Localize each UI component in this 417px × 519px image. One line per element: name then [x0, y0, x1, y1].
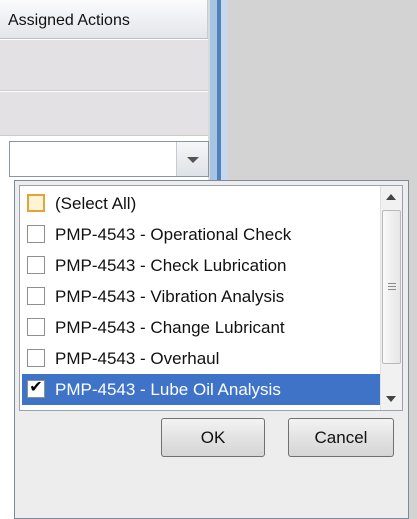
arrow-down-icon: [386, 396, 396, 402]
checklist-item[interactable]: PMP-4543 - Change Lubricant: [22, 312, 380, 343]
checklist-item-label: PMP-4543 - Vibration Analysis: [55, 287, 285, 306]
checklist-item-label: PMP-4543 - Change Lubricant: [55, 318, 285, 337]
checklist-item[interactable]: ✔ PMP-4543 - Lube Oil Analysis: [22, 374, 380, 405]
column-header-assigned-actions[interactable]: Assigned Actions: [0, 0, 208, 39]
filter-combo-box[interactable]: [9, 141, 209, 177]
scroll-up-button[interactable]: [381, 186, 402, 208]
checklist-item-label: (Select All): [55, 194, 137, 213]
checklist-item[interactable]: PMP-4543 - Vibration Analysis: [22, 281, 380, 312]
checkbox[interactable]: [27, 287, 45, 305]
grid-cell[interactable]: [0, 92, 208, 136]
checkbox[interactable]: [27, 194, 45, 212]
grid-cell[interactable]: [0, 40, 208, 91]
checkbox[interactable]: [27, 256, 45, 274]
checklist-item[interactable]: (Select All): [22, 188, 380, 219]
checklist-item-label: PMP-4543 - Check Lubrication: [55, 256, 287, 275]
chevron-down-icon: [187, 157, 199, 163]
checkbox[interactable]: [27, 349, 45, 367]
checkmark-icon: ✔: [29, 379, 43, 396]
filter-dropdown-popup: (Select All) PMP-4543 - Operational Check…: [14, 180, 409, 519]
arrow-up-icon: [386, 194, 396, 200]
checklist-item-label: PMP-4543 - Operational Check: [55, 225, 292, 244]
checkbox[interactable]: ✔: [27, 379, 45, 398]
screen: Assigned Actions (Select All) PMP-4543 - …: [0, 0, 417, 519]
vertical-scrollbar[interactable]: [380, 186, 402, 410]
scroll-down-button[interactable]: [381, 388, 402, 410]
checklist-item-label: PMP-4543 - Lube Oil Analysis: [55, 380, 281, 399]
checklist-item[interactable]: PMP-4543 - Overhaul: [22, 343, 380, 374]
scrollbar-thumb[interactable]: [382, 210, 401, 364]
checklist-item-label: PMP-4543 - Overhaul: [55, 349, 220, 368]
cancel-button[interactable]: Cancel: [288, 418, 394, 457]
checklist-item[interactable]: PMP-4543 - Check Lubrication: [22, 250, 380, 281]
dropdown-button[interactable]: [176, 142, 208, 176]
checkbox[interactable]: [27, 318, 45, 336]
ok-button[interactable]: OK: [161, 418, 265, 457]
grip-line: [388, 286, 396, 287]
grip-line: [388, 283, 396, 284]
checkbox[interactable]: [27, 225, 45, 243]
checklist-item[interactable]: PMP-4543 - Operational Check: [22, 219, 380, 250]
filter-checklist[interactable]: (Select All) PMP-4543 - Operational Check…: [19, 185, 403, 411]
grip-line: [388, 289, 396, 290]
